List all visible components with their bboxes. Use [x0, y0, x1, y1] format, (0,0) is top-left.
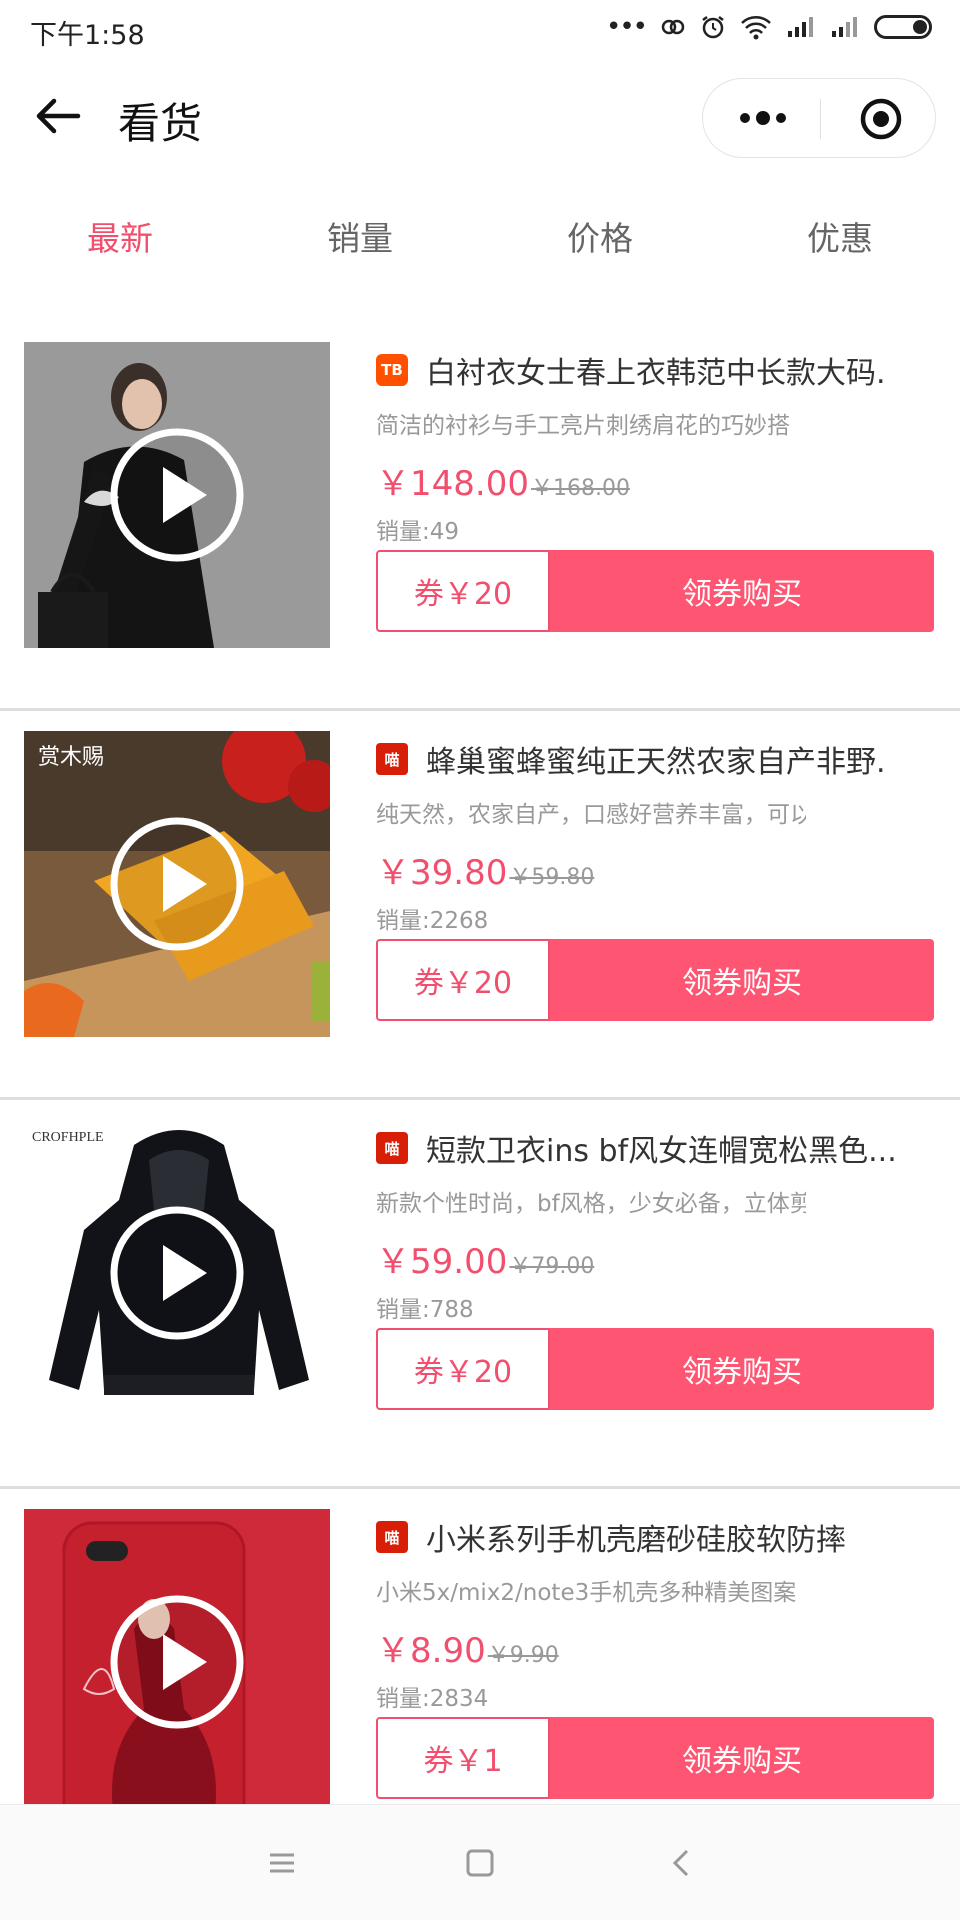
product-item[interactable]: CROFHPLE 喵 短款卫衣ins bf风女连帽宽松黑色... 新款个性时尚，…	[0, 1100, 960, 1489]
product-info: 喵 短款卫衣ins bf风女连帽宽松黑色... 新款个性时尚，bf风格，少女必备…	[376, 1126, 936, 1323]
sales-count: 销量:2268	[376, 908, 489, 934]
purchase-actions: 券￥20 领券购买	[376, 1328, 934, 1410]
product-price: ￥8.90	[376, 1631, 486, 1671]
play-icon[interactable]	[109, 1594, 245, 1730]
product-description: 纯天然，农家自产，口感好营养丰富，可以	[376, 802, 806, 827]
status-icons: •••	[606, 14, 932, 40]
tab-latest[interactable]: 最新	[0, 180, 240, 298]
play-icon[interactable]	[109, 427, 245, 563]
product-video-thumbnail[interactable]	[24, 1509, 330, 1815]
purchase-actions: 券￥20 领券购买	[376, 550, 934, 632]
battery-icon	[874, 15, 932, 39]
link-icon	[661, 19, 685, 35]
product-info: 喵 小米系列手机壳磨砂硅胶软防摔 小米5x/mix2/note3手机壳多种精美图…	[376, 1515, 936, 1712]
sort-tabs: 最新 销量 价格 优惠	[0, 180, 960, 298]
signal-icon	[788, 17, 813, 37]
product-title[interactable]: 白衬衣女士春上衣韩范中长款大码.	[426, 348, 926, 392]
capsule-divider	[820, 99, 821, 139]
nav-bar: 看货	[0, 58, 960, 180]
product-description: 新款个性时尚，bf风格，少女必备，立体剪	[376, 1191, 806, 1216]
system-nav-bar	[0, 1804, 960, 1920]
brand-logo-text: CROFHPLE	[32, 1130, 104, 1145]
claim-coupon-buy-button[interactable]: 领券购买	[550, 1717, 934, 1799]
product-title[interactable]: 短款卫衣ins bf风女连帽宽松黑色...	[426, 1126, 926, 1170]
claim-coupon-buy-button[interactable]: 领券购买	[550, 550, 934, 632]
platform-badge: 喵	[376, 1132, 408, 1164]
original-price: ￥79.00	[509, 1254, 595, 1279]
product-list: TB 白衬衣女士春上衣韩范中长款大码. 简洁的衬衫与手工亮片刺绣肩花的巧妙搭 ￥…	[0, 322, 960, 1878]
product-info: TB 白衬衣女士春上衣韩范中长款大码. 简洁的衬衫与手工亮片刺绣肩花的巧妙搭 ￥…	[376, 348, 936, 545]
status-time: 下午1:58	[30, 20, 145, 51]
close-target-icon[interactable]	[859, 97, 903, 141]
product-title[interactable]: 小米系列手机壳磨砂硅胶软防摔	[426, 1515, 926, 1559]
status-bar: 下午1:58 •••	[0, 0, 960, 58]
product-description: 小米5x/mix2/note3手机壳多种精美图案	[376, 1580, 797, 1605]
original-price: ￥168.00	[530, 476, 630, 501]
claim-coupon-buy-button[interactable]: 领券购买	[550, 1328, 934, 1410]
product-price: ￥148.00	[376, 464, 529, 504]
product-price: ￥39.80	[376, 853, 508, 893]
coupon-button[interactable]: 券￥20	[376, 939, 550, 1021]
product-title[interactable]: 蜂巢蜜蜂蜜纯正天然农家自产非野.	[426, 737, 926, 781]
play-icon[interactable]	[109, 1205, 245, 1341]
image-watermark: 赏木赐	[38, 745, 105, 770]
product-video-thumbnail[interactable]: CROFHPLE	[24, 1120, 330, 1426]
product-item[interactable]: TB 白衬衣女士春上衣韩范中长款大码. 简洁的衬衫与手工亮片刺绣肩花的巧妙搭 ￥…	[0, 322, 960, 711]
original-price: ￥9.90	[487, 1643, 559, 1668]
tab-price[interactable]: 价格	[480, 180, 720, 298]
mini-program-capsule	[702, 78, 936, 158]
product-price: ￥59.00	[376, 1242, 508, 1282]
wifi-icon	[741, 16, 771, 40]
play-icon[interactable]	[109, 816, 245, 952]
sales-count: 销量:49	[376, 519, 460, 545]
platform-badge: TB	[376, 354, 408, 386]
page-title: 看货	[118, 99, 203, 148]
product-video-thumbnail[interactable]: 赏木赐	[24, 731, 330, 1037]
more-icon[interactable]	[737, 104, 789, 132]
menu-icon[interactable]	[262, 1843, 302, 1883]
back-arrow-icon[interactable]	[34, 96, 82, 136]
product-video-thumbnail[interactable]	[24, 342, 330, 648]
tab-sales[interactable]: 销量	[240, 180, 480, 298]
coupon-button[interactable]: 券￥1	[376, 1717, 550, 1799]
platform-badge: 喵	[376, 1521, 408, 1553]
platform-badge: 喵	[376, 743, 408, 775]
claim-coupon-buy-button[interactable]: 领券购买	[550, 939, 934, 1021]
more-notifications-icon: •••	[605, 12, 648, 42]
original-price: ￥59.80	[509, 865, 595, 890]
sales-count: 销量:788	[376, 1297, 474, 1323]
sales-count: 销量:2834	[376, 1686, 489, 1712]
back-icon[interactable]	[662, 1843, 702, 1883]
product-item[interactable]: 赏木赐 喵 蜂巢蜜蜂蜜纯正天然农家自产非野. 纯天然，农家自产，口感好营养丰富，…	[0, 711, 960, 1100]
signal-icon	[832, 17, 857, 37]
product-info: 喵 蜂巢蜜蜂蜜纯正天然农家自产非野. 纯天然，农家自产，口感好营养丰富，可以 ￥…	[376, 737, 936, 934]
product-description: 简洁的衬衫与手工亮片刺绣肩花的巧妙搭	[376, 413, 790, 438]
coupon-button[interactable]: 券￥20	[376, 1328, 550, 1410]
tab-discount[interactable]: 优惠	[720, 180, 960, 298]
purchase-actions: 券￥20 领券购买	[376, 939, 934, 1021]
home-icon[interactable]	[460, 1843, 500, 1883]
purchase-actions: 券￥1 领券购买	[376, 1717, 934, 1799]
coupon-button[interactable]: 券￥20	[376, 550, 550, 632]
alarm-icon	[702, 16, 724, 39]
